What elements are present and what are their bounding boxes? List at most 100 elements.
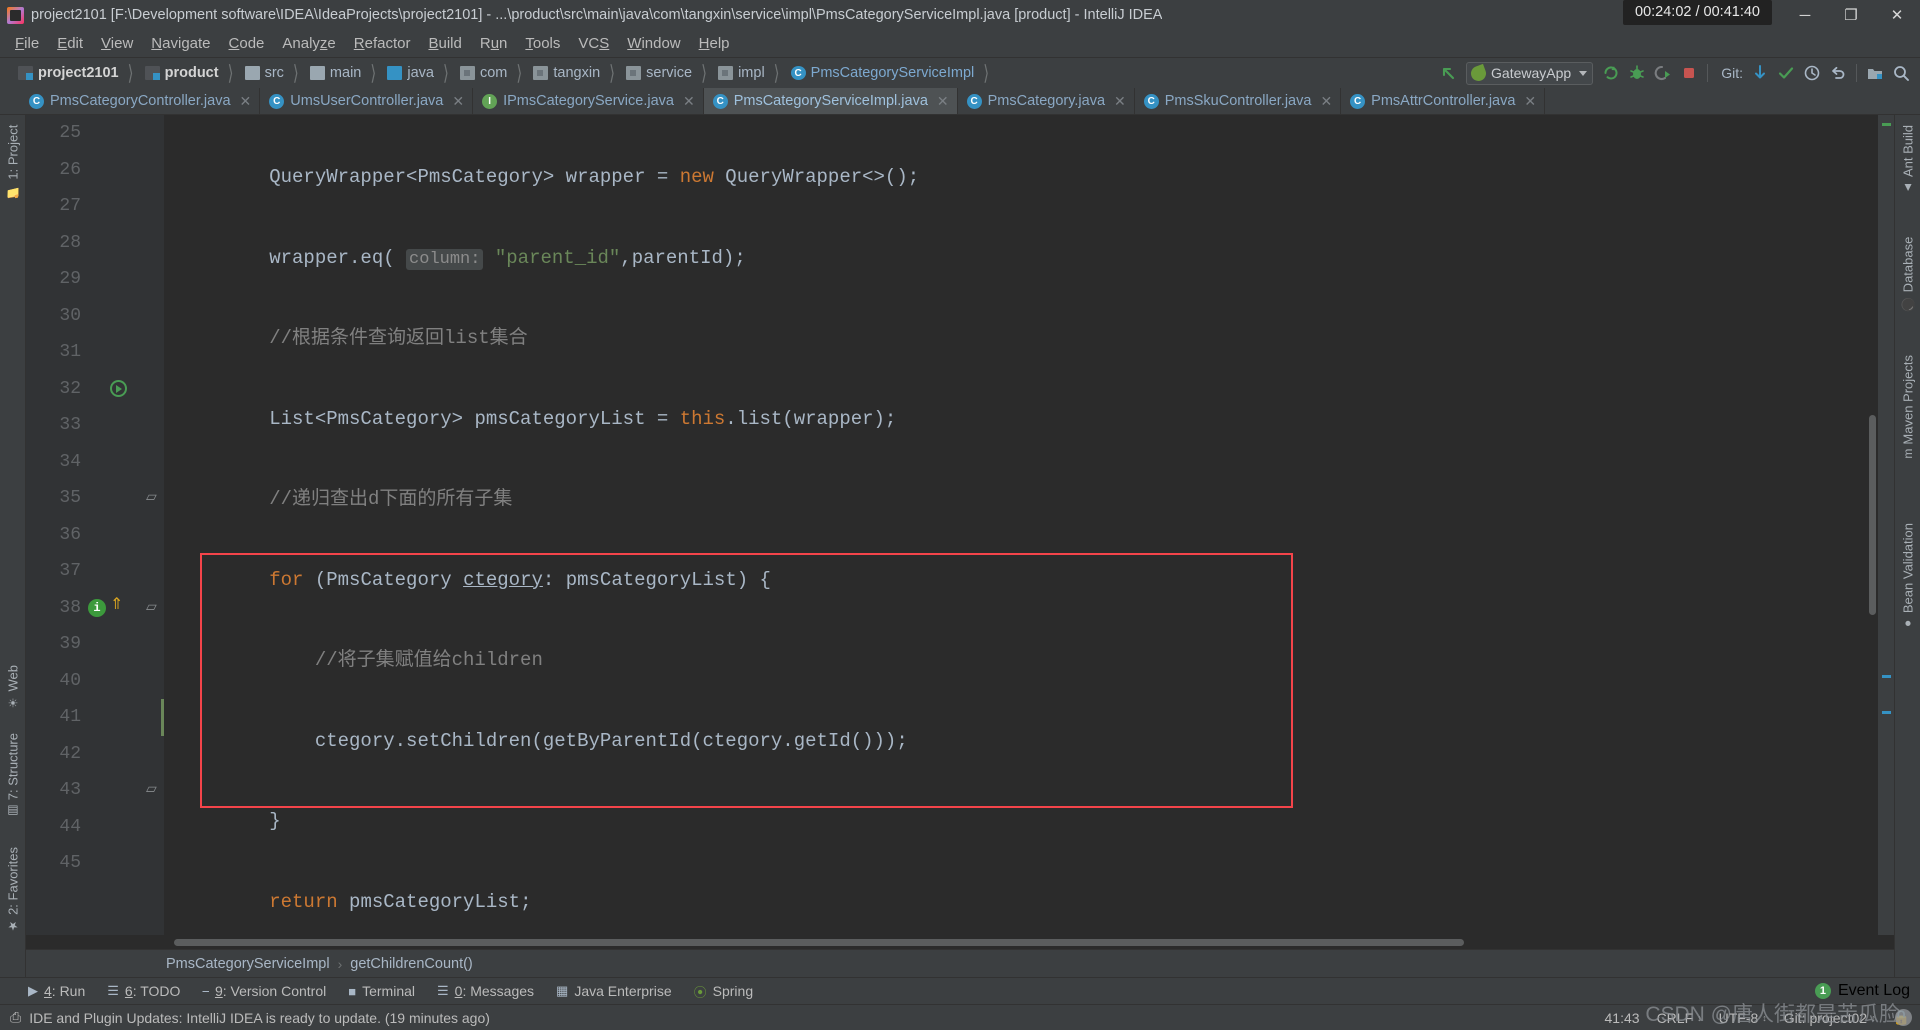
breadcrumb-item-product[interactable]: product ⟩ xyxy=(144,62,245,86)
menu-run[interactable]: Run xyxy=(471,32,517,55)
menu-tools[interactable]: Tools xyxy=(516,32,569,55)
run-icon[interactable] xyxy=(1598,60,1624,86)
minimize-button[interactable]: ─ xyxy=(1782,0,1828,30)
editor-error-stripe[interactable] xyxy=(1878,115,1894,935)
breadcrumb-item-tangxin[interactable]: tangxin ⟩ xyxy=(533,62,626,86)
code-fold-icon[interactable]: ▱ xyxy=(146,599,157,616)
back-arrow-icon[interactable] xyxy=(1435,60,1461,86)
breadcrumb-item-service[interactable]: service ⟩ xyxy=(626,62,718,86)
line-separator-selector[interactable]: CRLF ↕ xyxy=(1657,1010,1702,1026)
menu-help[interactable]: Help xyxy=(690,32,739,55)
run-gutter-icon[interactable] xyxy=(110,380,127,398)
close-button[interactable]: ✕ xyxy=(1874,0,1920,30)
stop-icon[interactable] xyxy=(1676,60,1702,86)
menu-vcs[interactable]: VCS xyxy=(569,32,618,55)
sidebar-item-maven-projects[interactable]: m Maven Projects xyxy=(1895,351,1920,463)
menu-window[interactable]: Window xyxy=(618,32,689,55)
line-number: 44 xyxy=(59,816,81,837)
close-icon[interactable]: ✕ xyxy=(1524,93,1536,110)
code-fold-icon[interactable]: ▱ xyxy=(146,781,157,798)
sidebar-item-bean-validation[interactable]: ● Bean Validation xyxy=(1895,519,1920,635)
close-icon[interactable]: ✕ xyxy=(1114,93,1126,110)
history-icon[interactable] xyxy=(1799,60,1825,86)
horizontal-scrollbar[interactable] xyxy=(26,935,1894,949)
editor-tab-IPmsCategoryService[interactable]: I IPmsCategoryService.java ✕ xyxy=(473,88,704,114)
run-configuration-selector[interactable]: GatewayApp xyxy=(1466,61,1594,85)
breadcrumb-item-src[interactable]: src ⟩ xyxy=(244,62,310,86)
git-branch-widget[interactable]: Git: project02 ↕ xyxy=(1784,1010,1876,1026)
breadcrumb-item-impl[interactable]: impl ⟩ xyxy=(718,62,791,86)
rollback-icon[interactable] xyxy=(1825,60,1851,86)
line-number: 36 xyxy=(59,524,81,545)
caret-position[interactable]: 41:43 xyxy=(1605,1010,1640,1026)
breadcrumb-item-main[interactable]: main ⟩ xyxy=(309,62,387,86)
tool-window-terminal[interactable]: ■ Terminal xyxy=(348,983,415,999)
event-log-area[interactable]: 1 Event Log xyxy=(1814,982,1920,1000)
menu-refactor[interactable]: Refactor xyxy=(345,32,420,55)
event-log-label[interactable]: Event Log xyxy=(1838,982,1910,1000)
debug-icon[interactable] xyxy=(1624,60,1650,86)
commit-icon[interactable] xyxy=(1773,60,1799,86)
implementing-method-icon[interactable]: i xyxy=(88,598,106,617)
tool-window-version-control[interactable]: ⎯ 9: Version Control xyxy=(202,983,326,999)
breadcrumb-item-project2101[interactable]: project2101 ⟩ xyxy=(18,62,145,86)
menu-analyze[interactable]: Analyze xyxy=(273,32,344,55)
editor-tab-UmsUserController[interactable]: C UmsUserController.java ✕ xyxy=(260,88,474,114)
maximize-button[interactable]: ❐ xyxy=(1828,0,1874,30)
structure-icon: ▤ xyxy=(6,804,20,819)
sidebar-item-project[interactable]: 📁 1: Project xyxy=(0,121,26,203)
close-icon[interactable]: ✕ xyxy=(683,93,695,110)
sidebar-item-favorites[interactable]: ★ 2: Favorites xyxy=(0,843,26,937)
code-editor[interactable]: 25 26 27 28 29 30 31 32 33 34 35 ▱ 36 37… xyxy=(26,115,1894,935)
editor-tab-PmsCategoryServiceImpl[interactable]: C PmsCategoryServiceImpl.java ✕ xyxy=(703,88,958,114)
tool-window-todo[interactable]: ☰ 6: TODO xyxy=(107,983,180,999)
editor-tab-PmsCategory[interactable]: C PmsCategory.java ✕ xyxy=(957,88,1135,114)
editor-tab-PmsSkuController[interactable]: C PmsSkuController.java ✕ xyxy=(1134,88,1342,114)
tool-window-java-enterprise[interactable]: ▦ Java Enterprise xyxy=(556,983,672,999)
editor-tab-PmsAttrController[interactable]: C PmsAttrController.java ✕ xyxy=(1341,88,1546,114)
menu-edit[interactable]: Edit xyxy=(48,32,92,55)
tool-window-messages[interactable]: ☰ 0: Messages xyxy=(437,983,534,999)
breadcrumb-item-class[interactable]: C PmsCategoryServiceImpl ⟩ xyxy=(790,62,1001,86)
menu-build[interactable]: Build xyxy=(419,32,470,55)
code-content[interactable]: QueryWrapper<PmsCategory> wrapper = new … xyxy=(164,115,1894,935)
gutter-line: 31 xyxy=(26,334,164,371)
sidebar-item-web[interactable]: ☀ Web xyxy=(0,661,26,714)
update-project-icon[interactable] xyxy=(1747,60,1773,86)
gutter-line: 36 xyxy=(26,517,164,554)
search-everywhere-icon[interactable] xyxy=(1888,60,1914,86)
sidebar-item-database[interactable]: ⚫ Database xyxy=(1895,233,1920,315)
override-arrow-icon[interactable]: ⇑ xyxy=(110,597,123,613)
status-message-area[interactable]: ⎙ IDE and Plugin Updates: IntelliJ IDEA … xyxy=(10,1009,490,1026)
line-number: 28 xyxy=(59,232,81,253)
tool-window-spring[interactable]: ⦿ Spring xyxy=(694,982,753,1001)
editor-tab-PmsCategoryController[interactable]: C PmsCategoryController.java ✕ xyxy=(20,88,261,114)
breadcrumb-item-java[interactable]: java ⟩ xyxy=(387,62,460,86)
encoding-selector[interactable]: UTF-8 ↕ xyxy=(1719,1010,1767,1026)
close-icon[interactable]: ✕ xyxy=(452,93,464,110)
sidebar-item-structure[interactable]: ▤ 7: Structure xyxy=(0,729,26,822)
close-icon[interactable]: ✕ xyxy=(1320,93,1332,110)
vertical-scrollbar-thumb[interactable] xyxy=(1869,415,1876,615)
ant-build-icon: ▲ xyxy=(1901,181,1915,196)
breadcrumb-item-com[interactable]: com ⟩ xyxy=(459,62,533,86)
code-fold-icon[interactable]: ▱ xyxy=(146,489,157,506)
recording-timer-overlay: 00:24:02 / 00:41:40 xyxy=(1623,0,1772,25)
horizontal-scrollbar-thumb[interactable] xyxy=(174,939,1464,946)
run-with-coverage-icon[interactable] xyxy=(1650,60,1676,86)
breadcrumb-class[interactable]: PmsCategoryServiceImpl xyxy=(166,956,330,972)
close-icon[interactable]: ✕ xyxy=(240,93,252,110)
tool-window-label: Spring xyxy=(712,983,754,999)
editor-gutter[interactable]: 25 26 27 28 29 30 31 32 33 34 35 ▱ 36 37… xyxy=(26,115,164,935)
menu-code[interactable]: Code xyxy=(220,32,274,55)
code-line: //将子集赋值给children xyxy=(314,649,543,671)
project-structure-icon[interactable] xyxy=(1862,60,1888,86)
breadcrumb-member[interactable]: getChildrenCount() xyxy=(350,956,473,972)
tool-window-run[interactable]: ▶ 4: Run xyxy=(28,983,85,999)
close-icon[interactable]: ✕ xyxy=(937,93,949,110)
menu-file[interactable]: File xyxy=(6,32,48,55)
breadcrumb-separator-icon: ⟩ xyxy=(609,61,615,86)
sidebar-item-ant-build[interactable]: ▲ Ant Build xyxy=(1895,121,1920,199)
menu-navigate[interactable]: Navigate xyxy=(142,32,219,55)
menu-view[interactable]: View xyxy=(92,32,142,55)
